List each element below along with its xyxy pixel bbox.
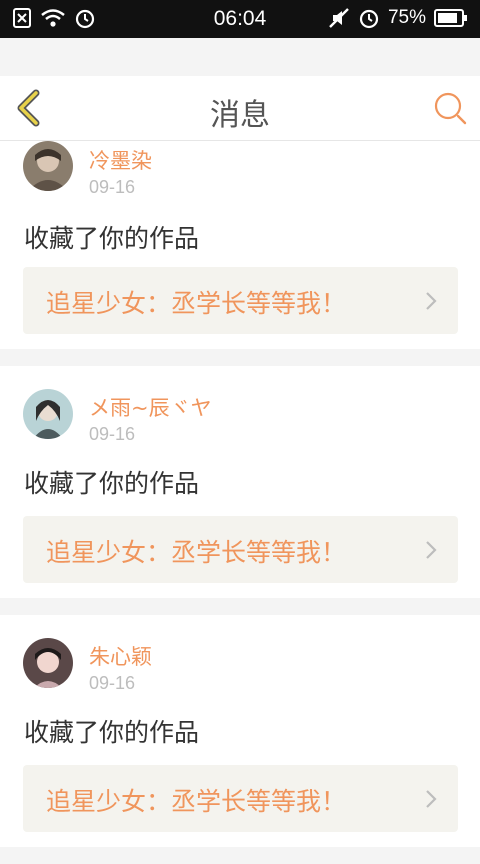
top-bar: 消息 bbox=[0, 76, 480, 141]
user-name[interactable]: 朱心颖 bbox=[89, 641, 152, 671]
message-action-text: 收藏了你的作品 bbox=[24, 224, 200, 253]
work-title: 追星少女：丞学长等等我！ bbox=[46, 289, 347, 318]
message-item: 冷墨染 09-16 收藏了你的作品 追星少女：丞学长等等我！ bbox=[0, 141, 480, 349]
message-action-text: 收藏了你的作品 bbox=[24, 718, 200, 747]
alarm-clock-icon bbox=[359, 9, 379, 29]
battery-icon bbox=[434, 9, 467, 27]
avatar[interactable] bbox=[23, 638, 73, 688]
work-link[interactable]: 追星少女：丞学长等等我！ bbox=[23, 267, 458, 334]
message-item: メ雨~辰ヾヤ 09-16 收藏了你的作品 追星少女：丞学长等等我！ bbox=[0, 366, 480, 598]
chevron-right-icon bbox=[426, 292, 437, 310]
avatar[interactable] bbox=[23, 141, 73, 191]
user-name[interactable]: メ雨~辰ヾヤ bbox=[89, 392, 212, 422]
message-date: 09-16 bbox=[89, 673, 136, 693]
work-link[interactable]: 追星少女：丞学长等等我！ bbox=[23, 516, 458, 583]
status-right-icons: 75% bbox=[328, 7, 468, 29]
message-list: 冷墨染 09-16 收藏了你的作品 追星少女：丞学长等等我！ メ雨~辰ヾヤ 09… bbox=[0, 141, 480, 864]
work-link[interactable]: 追星少女：丞学长等等我！ bbox=[23, 765, 458, 832]
search-icon[interactable] bbox=[432, 90, 468, 126]
chevron-right-icon bbox=[426, 541, 437, 559]
message-date: 09-16 bbox=[89, 177, 136, 197]
avatar[interactable] bbox=[23, 389, 73, 439]
battery-percent: 75% bbox=[387, 7, 426, 28]
work-title: 追星少女：丞学长等等我！ bbox=[46, 538, 347, 567]
page-title: 消息 bbox=[210, 98, 270, 133]
user-name[interactable]: 冷墨染 bbox=[89, 145, 152, 175]
message-date: 09-16 bbox=[89, 424, 136, 444]
chevron-right-icon bbox=[426, 790, 437, 808]
work-title: 追星少女：丞学长等等我！ bbox=[46, 787, 347, 816]
mute-icon bbox=[329, 8, 349, 28]
message-action-text: 收藏了你的作品 bbox=[24, 469, 200, 498]
status-bar: 06:04 75% bbox=[0, 0, 480, 38]
message-item: 朱心颖 09-16 收藏了你的作品 追星少女：丞学长等等我！ bbox=[0, 615, 480, 847]
